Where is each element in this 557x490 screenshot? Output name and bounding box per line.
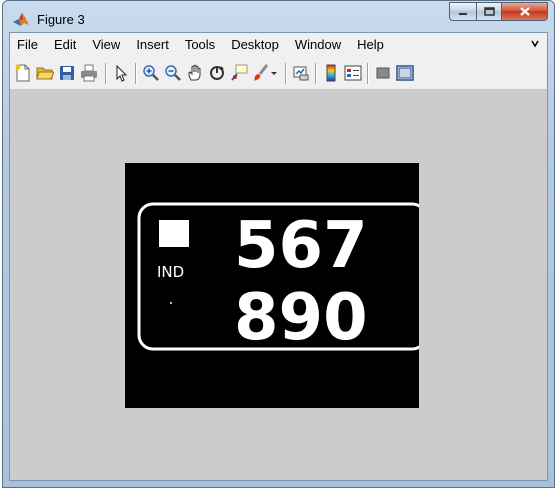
menu-bar: File Edit View Insert Tools Desktop Wind… — [10, 33, 547, 57]
figure-client: File Edit View Insert Tools Desktop Wind… — [9, 32, 548, 481]
save-figure-icon[interactable] — [58, 64, 76, 82]
window-title: Figure 3 — [37, 12, 85, 27]
menu-view[interactable]: View — [84, 33, 128, 57]
image-axes[interactable]: IND 567 890 — [125, 163, 428, 408]
toolbar-separator — [315, 63, 316, 84]
toolbar-separator — [135, 63, 136, 84]
window-controls — [449, 2, 548, 22]
data-cursor-icon[interactable] — [230, 64, 248, 82]
menu-desktop[interactable]: Desktop — [223, 33, 287, 57]
zoom-out-icon[interactable] — [164, 64, 182, 82]
plate-line-1: 567 — [234, 209, 368, 283]
maximize-button[interactable] — [476, 2, 502, 21]
insert-legend-icon[interactable] — [344, 64, 362, 82]
plate-emblem-square — [159, 220, 189, 247]
new-figure-icon[interactable] — [14, 64, 32, 82]
insert-colorbar-icon[interactable] — [322, 64, 340, 82]
rotate-3d-icon[interactable] — [208, 64, 226, 82]
menu-help[interactable]: Help — [349, 33, 392, 57]
brush-icon[interactable] — [252, 64, 270, 82]
toolbar-separator — [367, 63, 368, 84]
chevron-down-icon[interactable] — [270, 64, 278, 82]
menu-window[interactable]: Window — [287, 33, 349, 57]
figure-toolbar — [10, 57, 547, 90]
minimize-icon — [459, 12, 467, 15]
maximize-icon — [483, 7, 495, 16]
title-bar[interactable]: Figure 3 — [3, 1, 554, 32]
plate-line-2: 890 — [234, 281, 368, 355]
plate-dot — [170, 302, 172, 304]
print-figure-icon[interactable] — [80, 64, 98, 82]
figure-window: Figure 3 File Edit View Insert Tools Des… — [2, 0, 555, 488]
menu-tools[interactable]: Tools — [177, 33, 223, 57]
link-plot-icon[interactable] — [292, 64, 310, 82]
toolbar-separator — [285, 63, 286, 84]
menu-insert[interactable]: Insert — [128, 33, 177, 57]
license-plate-image: IND 567 890 — [137, 202, 428, 355]
minimize-button[interactable] — [449, 2, 476, 21]
hide-plot-tools-icon[interactable] — [374, 64, 392, 82]
close-button[interactable] — [502, 2, 548, 21]
edit-plot-icon[interactable] — [112, 64, 130, 82]
plate-country-code: IND — [157, 263, 184, 281]
matlab-logo-icon — [13, 13, 29, 26]
menu-file[interactable]: File — [10, 33, 46, 57]
figure-canvas: IND 567 890 — [10, 90, 547, 480]
show-plot-tools-icon[interactable] — [396, 64, 414, 82]
zoom-in-icon[interactable] — [142, 64, 160, 82]
pan-icon[interactable] — [186, 64, 204, 82]
close-icon — [519, 7, 530, 16]
open-file-icon[interactable] — [36, 64, 54, 82]
menu-edit[interactable]: Edit — [46, 33, 84, 57]
chevron-icon[interactable] — [531, 40, 539, 48]
toolbar-separator — [105, 63, 106, 84]
